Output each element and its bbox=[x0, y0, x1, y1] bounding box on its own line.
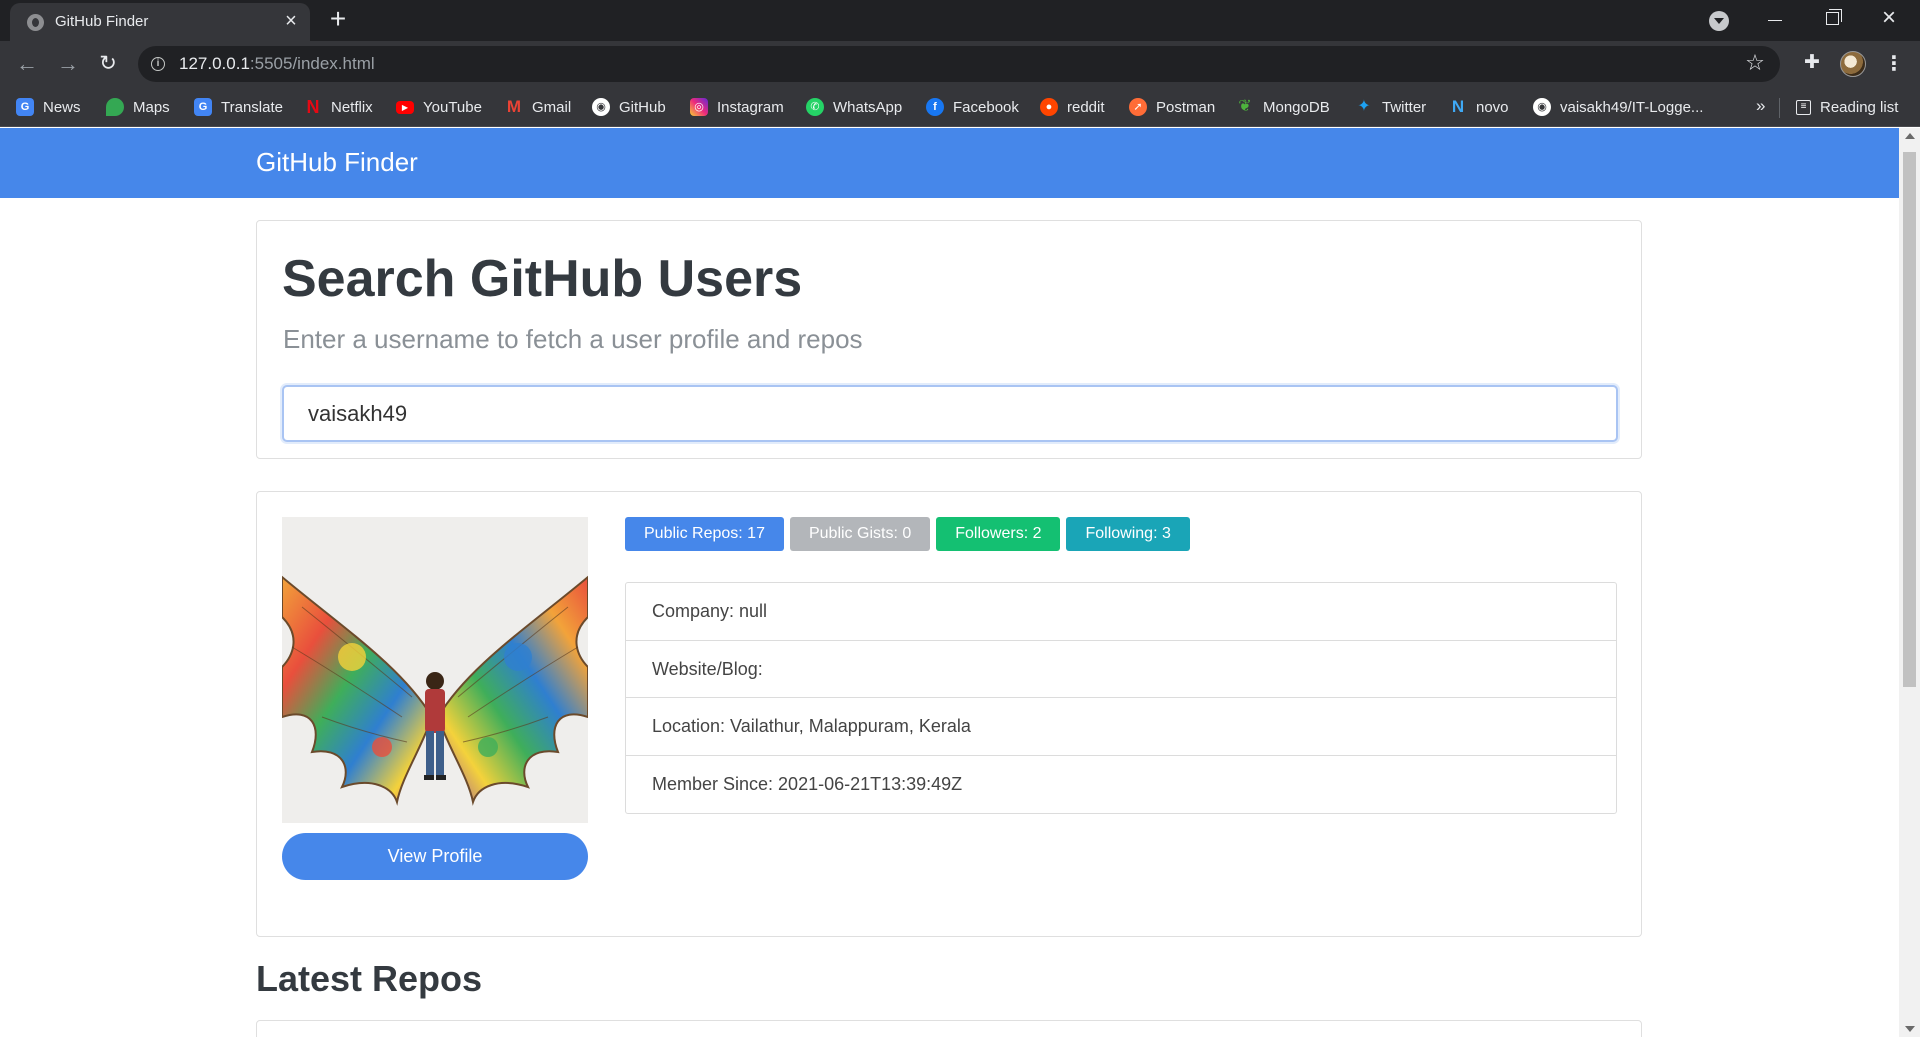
page-scrollbar[interactable] bbox=[1899, 128, 1920, 1037]
user-avatar-image bbox=[282, 517, 588, 823]
github-icon: ◉ bbox=[1533, 98, 1551, 116]
reading-list-button[interactable]: ≡ Reading list bbox=[1796, 96, 1898, 118]
search-card: Search GitHub Users Enter a username to … bbox=[256, 220, 1642, 459]
translate-icon: G bbox=[194, 98, 212, 116]
new-tab-icon[interactable]: + bbox=[324, 5, 352, 34]
globe-icon bbox=[27, 14, 44, 31]
bookmark-item[interactable]: ➚ Postman bbox=[1129, 96, 1215, 118]
website-item: Website/Blog: bbox=[626, 641, 1616, 698]
forward-arrow-icon[interactable]: → bbox=[54, 50, 82, 78]
address-bar[interactable]: i 127.0.0.1:5505/index.html ☆ bbox=[138, 46, 1780, 82]
more-menu-icon[interactable]: ⋮ bbox=[1884, 52, 1904, 76]
bookmarks-overflow-icon[interactable]: » bbox=[1756, 96, 1765, 116]
bookmark-star-icon[interactable]: ☆ bbox=[1742, 50, 1768, 76]
youtube-icon: ▶ bbox=[396, 100, 414, 114]
browser-tab-strip: GitHub Finder × + × bbox=[0, 0, 1920, 41]
reddit-icon: ● bbox=[1040, 98, 1058, 116]
profile-card: View Profile Public Repos: 17 Public Gis… bbox=[256, 491, 1642, 937]
latest-repos-heading: Latest Repos bbox=[256, 958, 483, 999]
url-text[interactable]: 127.0.0.1:5505/index.html bbox=[179, 54, 375, 74]
netflix-icon: N bbox=[306, 97, 320, 117]
browser-toolbar: ← → ↻ i 127.0.0.1:5505/index.html ☆ ✚ ⋮ bbox=[0, 41, 1920, 87]
repos-list-card bbox=[256, 1020, 1642, 1037]
tab-search-icon[interactable] bbox=[1709, 11, 1729, 31]
username-search-input[interactable] bbox=[282, 385, 1618, 442]
search-heading: Search GitHub Users bbox=[282, 250, 803, 308]
postman-icon: ➚ bbox=[1129, 98, 1147, 116]
twitter-icon: ✦ bbox=[1357, 98, 1371, 115]
github-icon: ◉ bbox=[592, 98, 610, 116]
bookmark-item[interactable]: M Gmail bbox=[505, 96, 571, 118]
bookmark-item[interactable]: N Netflix bbox=[304, 96, 373, 118]
winged-portrait-illustration bbox=[282, 517, 588, 823]
google-news-icon: G bbox=[16, 98, 34, 116]
bookmark-item[interactable]: ✆ WhatsApp bbox=[806, 96, 902, 118]
bookmark-item[interactable]: G Translate bbox=[194, 96, 283, 118]
bookmark-item[interactable]: ▶ YouTube bbox=[396, 96, 482, 118]
public-repos-badge: Public Repos: 17 bbox=[625, 517, 784, 551]
bookmark-item[interactable]: ◉ GitHub bbox=[592, 96, 666, 118]
page-viewport: GitHub Finder Search GitHub Users Enter … bbox=[0, 128, 1899, 1037]
following-badge: Following: 3 bbox=[1066, 517, 1190, 551]
bookmark-item[interactable]: Maps bbox=[106, 96, 170, 118]
reload-icon[interactable]: ↻ bbox=[94, 50, 122, 78]
followers-badge: Followers: 2 bbox=[936, 517, 1061, 551]
stats-badges: Public Repos: 17 Public Gists: 0 Followe… bbox=[625, 517, 1196, 551]
public-gists-badge: Public Gists: 0 bbox=[789, 517, 931, 551]
bookmark-item[interactable]: G News bbox=[16, 96, 81, 118]
brand-title[interactable]: GitHub Finder bbox=[256, 147, 418, 178]
profile-avatar[interactable] bbox=[1840, 51, 1866, 77]
novo-icon: N bbox=[1451, 97, 1465, 116]
url-path: :5505/index.html bbox=[249, 54, 375, 73]
view-profile-button[interactable]: View Profile bbox=[282, 833, 588, 880]
search-lead-text: Enter a username to fetch a user profile… bbox=[283, 324, 863, 354]
gmail-icon: M bbox=[506, 97, 522, 116]
location-item: Location: Vailathur, Malappuram, Kerala bbox=[626, 698, 1616, 756]
bookmarks-divider bbox=[1779, 98, 1780, 118]
restore-icon[interactable] bbox=[1826, 9, 1842, 25]
site-info-icon[interactable]: i bbox=[151, 57, 165, 71]
window-close-icon[interactable]: × bbox=[1876, 5, 1902, 31]
bookmark-item[interactable]: f Facebook bbox=[926, 96, 1019, 118]
tab-title: GitHub Finder bbox=[55, 13, 149, 30]
bookmark-item[interactable]: Nnovo bbox=[1449, 96, 1509, 118]
company-item: Company: null bbox=[626, 583, 1616, 641]
url-host: 127.0.0.1 bbox=[179, 54, 250, 73]
browser-tab[interactable]: GitHub Finder × bbox=[10, 3, 310, 41]
bookmark-item[interactable]: ● reddit bbox=[1040, 96, 1105, 118]
maps-pin-icon bbox=[106, 98, 124, 116]
minimize-icon[interactable] bbox=[1768, 20, 1782, 21]
profile-info-list: Company: null Website/Blog: Location: Va… bbox=[625, 582, 1617, 814]
whatsapp-icon: ✆ bbox=[806, 98, 824, 116]
reading-list-icon: ≡ bbox=[1796, 99, 1811, 115]
instagram-icon: ◎ bbox=[690, 98, 708, 116]
mongodb-leaf-icon: ❦ bbox=[1238, 98, 1252, 115]
bookmark-item[interactable]: ❦ MongoDB bbox=[1236, 96, 1329, 118]
scroll-down-arrow-icon[interactable] bbox=[1905, 1026, 1915, 1032]
close-tab-icon[interactable]: × bbox=[280, 10, 302, 32]
member-since-item: Member Since: 2021-06-21T13:39:49Z bbox=[652, 773, 963, 794]
bookmark-item[interactable]: ◎ Instagram bbox=[690, 96, 784, 118]
scrollbar-thumb[interactable] bbox=[1903, 152, 1916, 687]
bookmark-item[interactable]: ✦ Twitter bbox=[1355, 96, 1426, 118]
navbar: GitHub Finder bbox=[0, 128, 1899, 198]
facebook-icon: f bbox=[926, 98, 944, 116]
bookmark-item[interactable]: ◉ vaisakh49/IT-Logge... bbox=[1533, 96, 1703, 118]
scroll-up-arrow-icon[interactable] bbox=[1905, 133, 1915, 139]
extensions-puzzle-icon[interactable]: ✚ bbox=[1800, 51, 1824, 75]
back-arrow-icon[interactable]: ← bbox=[13, 50, 41, 78]
bookmarks-bar: G News Maps G Translate N Netflix ▶ YouTube … bbox=[0, 87, 1920, 127]
